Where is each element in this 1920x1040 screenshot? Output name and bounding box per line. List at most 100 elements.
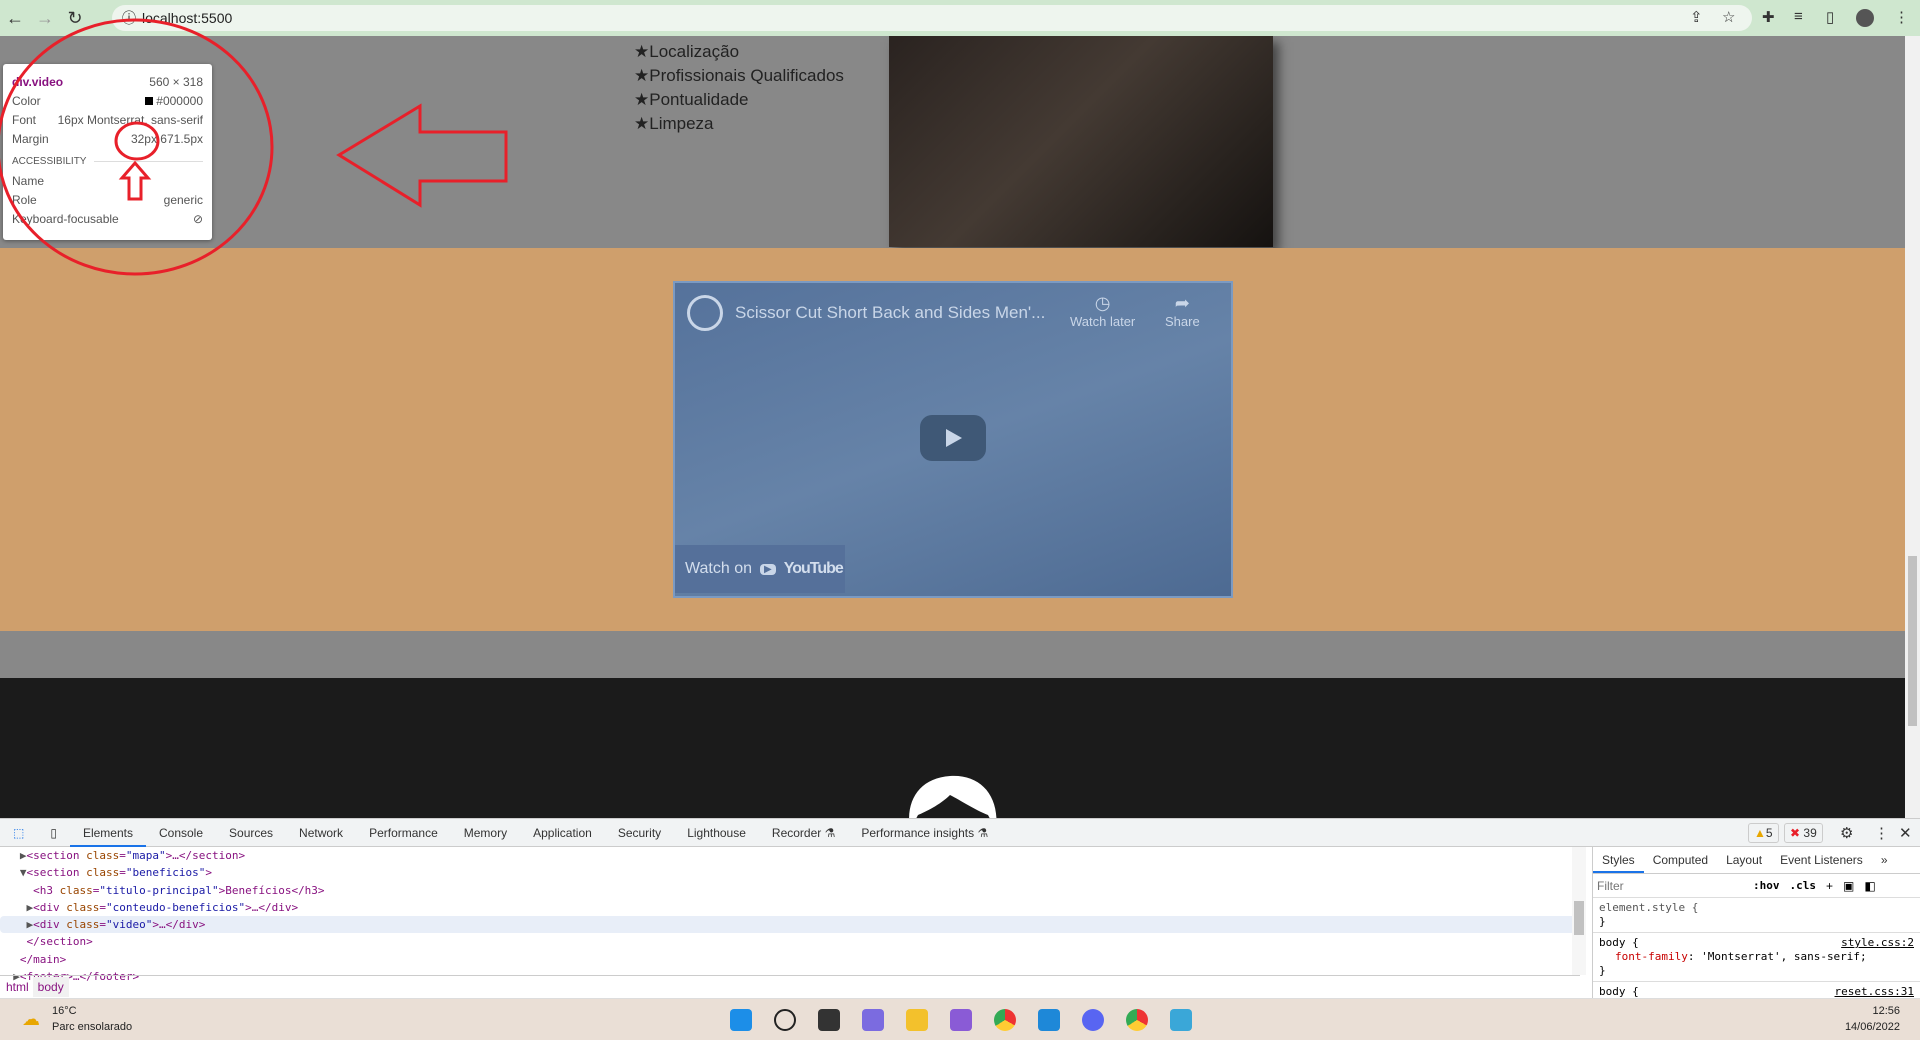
barber-logo-icon <box>909 775 997 818</box>
star-icon[interactable]: ☆ <box>1722 8 1735 26</box>
channel-avatar-icon[interactable] <box>687 295 723 331</box>
extensions-icon[interactable]: ✚ <box>1762 8 1775 26</box>
dom-node[interactable]: ▶<div class="conteudo-beneficios">…</div… <box>0 899 1580 916</box>
breadcrumb-html[interactable]: html <box>6 980 29 994</box>
element-style-rule: element.style { } <box>1593 898 1920 933</box>
tab-event-listeners[interactable]: Event Listeners <box>1771 847 1872 873</box>
dom-node[interactable]: </main> <box>0 951 1580 968</box>
benefits-list: ★Localização ★Profissionais Qualificados… <box>634 40 844 136</box>
flask-icon: ⚗ <box>977 825 989 840</box>
dom-node[interactable]: </section> <box>0 933 1580 950</box>
more-tabs-icon[interactable]: » <box>1872 847 1897 873</box>
rule-source-link[interactable]: reset.css:31 <box>1835 985 1914 998</box>
vscode-icon[interactable] <box>1038 1009 1060 1031</box>
device-toolbar-icon[interactable]: ▯ <box>37 819 70 847</box>
tab-memory[interactable]: Memory <box>451 819 520 847</box>
inspect-element-icon[interactable]: ⬚ <box>0 819 37 847</box>
cls-toggle[interactable]: .cls <box>1790 879 1817 892</box>
share-button[interactable]: ➦ Share <box>1165 293 1200 329</box>
paint-icon[interactable]: ▣ <box>1843 879 1854 893</box>
dom-node[interactable]: ▶<div class="video">…</div> <box>0 916 1580 934</box>
dom-node[interactable]: ▼<section class="beneficios"> <box>0 864 1580 881</box>
tab-lighthouse[interactable]: Lighthouse <box>674 819 759 847</box>
tab-performance-insights[interactable]: Performance insights ⚗ <box>848 819 1001 847</box>
task-view-icon[interactable] <box>818 1009 840 1031</box>
discord-icon[interactable] <box>1082 1009 1104 1031</box>
tooltip-font: 16px Montserrat, sans-serif <box>57 112 203 127</box>
close-icon[interactable]: ✕ <box>1899 824 1912 842</box>
chrome-icon[interactable] <box>994 1009 1016 1031</box>
tab-layout[interactable]: Layout <box>1717 847 1771 873</box>
search-icon[interactable] <box>774 1009 796 1031</box>
weather-icon[interactable]: ☁ <box>22 1009 40 1030</box>
tab-styles[interactable]: Styles <box>1593 847 1644 873</box>
section-spacer <box>0 631 1905 678</box>
styles-filter-input[interactable] <box>1597 875 1743 896</box>
visual-studio-icon[interactable] <box>950 1009 972 1031</box>
profile-avatar[interactable] <box>1856 9 1874 27</box>
tooltip-role: generic <box>163 192 203 207</box>
youtube-logo-icon: ▶ <box>760 563 776 575</box>
tooltip-label: Role <box>12 192 37 207</box>
tab-elements[interactable]: Elements <box>69 819 146 847</box>
dom-node[interactable]: ▶<section class="mapa">…</section> <box>0 847 1580 864</box>
barber-photo <box>889 36 1273 247</box>
play-button[interactable] <box>920 415 986 461</box>
media-icon[interactable]: ≡ <box>1794 8 1803 25</box>
menu-icon[interactable]: ⋮ <box>1894 8 1909 26</box>
devtools-tabs: ⬚ ▯ Elements Console Sources Network Per… <box>0 819 1920 847</box>
watch-later-button[interactable]: ◷ Watch later <box>1070 293 1135 329</box>
tab-recorder[interactable]: Recorder ⚗ <box>759 819 848 847</box>
more-options-icon[interactable]: ⋮ <box>1874 824 1889 842</box>
rule-source-link[interactable]: style.css:2 <box>1841 936 1914 950</box>
dom-node[interactable]: <h3 class="titulo-principal">Benefícios<… <box>0 882 1580 899</box>
address-bar[interactable]: ⓘ localhost:5500 <box>112 5 1752 31</box>
breadcrumb: html body <box>0 975 1580 997</box>
tab-security[interactable]: Security <box>605 819 674 847</box>
toggle-sidebar-icon[interactable]: ◧ <box>1864 879 1875 893</box>
tab-application[interactable]: Application <box>520 819 605 847</box>
not-focusable-icon: ⊘ <box>192 211 203 226</box>
youtube-embed[interactable]: Scissor Cut Short Back and Sides Men'...… <box>673 281 1233 598</box>
errors-badge[interactable]: ✖ 39 <box>1784 823 1823 843</box>
windows-start-icon[interactable] <box>730 1009 752 1031</box>
share-icon[interactable]: ⇪ <box>1690 8 1703 26</box>
forward-icon[interactable]: → <box>30 8 60 29</box>
weather-text[interactable]: Parc ensolarado <box>52 1021 132 1033</box>
back-icon[interactable]: ← <box>0 8 30 29</box>
video-title[interactable]: Scissor Cut Short Back and Sides Men'... <box>735 303 1045 323</box>
tab-network[interactable]: Network <box>286 819 356 847</box>
weather-temp[interactable]: 16°C <box>52 1005 77 1017</box>
page-scrollbar[interactable] <box>1905 36 1920 818</box>
tooltip-label: Font <box>12 112 37 127</box>
rule-declaration[interactable]: font-family: 'Montserrat', sans-serif; <box>1599 950 1914 964</box>
reload-icon[interactable]: ↻ <box>60 8 90 29</box>
settings-gear-icon[interactable]: ⚙ <box>1840 824 1853 842</box>
info-icon[interactable]: ⓘ <box>122 8 136 28</box>
list-item: ★Limpeza <box>634 114 714 133</box>
clock[interactable]: 12:56 14/06/2022 <box>1845 1005 1900 1033</box>
sidepanel-icon[interactable]: ▯ <box>1826 8 1834 26</box>
watch-on-youtube-button[interactable]: Watch on ▶ YouTube <box>675 545 845 593</box>
tooltip-label: Color <box>12 93 41 108</box>
footer <box>0 678 1905 818</box>
tab-performance[interactable]: Performance <box>356 819 451 847</box>
hov-toggle[interactable]: :hov <box>1753 879 1780 892</box>
benefits-top-section: ★Localização ★Profissionais Qualificados… <box>0 36 1905 248</box>
tab-computed[interactable]: Computed <box>1644 847 1717 873</box>
tab-console[interactable]: Console <box>146 819 216 847</box>
warnings-badge[interactable]: ▲5 <box>1748 823 1779 843</box>
chrome-profile-icon[interactable] <box>1126 1009 1148 1031</box>
notepad-icon[interactable] <box>1170 1009 1192 1031</box>
file-explorer-icon[interactable] <box>906 1009 928 1031</box>
teams-icon[interactable] <box>862 1009 884 1031</box>
breadcrumb-body[interactable]: body <box>32 976 69 997</box>
windows-taskbar: ☁ 16°C Parc ensolarado 12:56 14/06/2022 <box>0 998 1920 1040</box>
tooltip-label: Keyboard-focusable <box>12 211 119 226</box>
new-rule-icon[interactable]: + <box>1826 879 1833 893</box>
tab-sources[interactable]: Sources <box>216 819 286 847</box>
dom-scrollbar[interactable] <box>1572 847 1586 975</box>
devtools-panel: ⬚ ▯ Elements Console Sources Network Per… <box>0 818 1920 998</box>
dom-tree: ▶<section class="mapa">…</section> ▼<sec… <box>0 847 1580 983</box>
rule-close: } <box>1599 964 1606 977</box>
